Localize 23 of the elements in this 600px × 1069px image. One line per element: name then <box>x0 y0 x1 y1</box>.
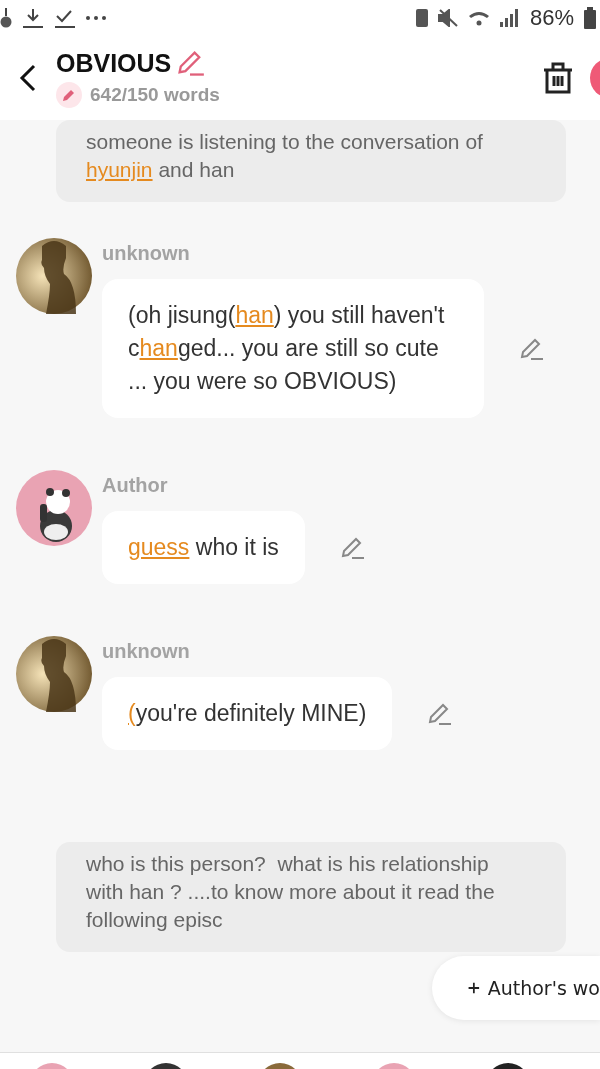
edit-icon[interactable] <box>175 48 206 78</box>
narration-card: someone is listening to the conversation of hyunjin and han <box>56 120 566 202</box>
speaker-name: Author <box>102 474 169 497</box>
message-bubble: (oh jisung(han) you still haven't changed... you are still so cute ... you were so OBVIOUS) <box>102 279 484 418</box>
check-icon <box>54 8 76 28</box>
speaker-name: unknown <box>102 242 191 265</box>
trash-icon[interactable] <box>542 61 574 95</box>
app-notification-icon <box>0 7 12 29</box>
message-bubble: guess who it is <box>102 511 305 584</box>
more-icon <box>86 16 106 20</box>
speaker-name: unknown <box>102 640 191 663</box>
narration-card: who is this person? what is his relationship with han ? ....to know more about it read the following episc <box>56 842 566 952</box>
wifi-icon <box>467 10 490 26</box>
message-bubble: (you're definitely MINE) <box>102 677 393 750</box>
download-icon <box>22 8 44 28</box>
story-title: OBVIOUS <box>56 48 172 78</box>
mute-icon <box>437 9 458 27</box>
battery-icon <box>584 7 596 29</box>
pencil-badge-icon <box>56 82 82 108</box>
word-count: 642/150 words <box>90 84 220 106</box>
battery-percentage: 86% <box>529 5 574 31</box>
author-words-button[interactable]: Author's wo <box>432 956 600 1020</box>
signal-icon <box>499 9 520 27</box>
